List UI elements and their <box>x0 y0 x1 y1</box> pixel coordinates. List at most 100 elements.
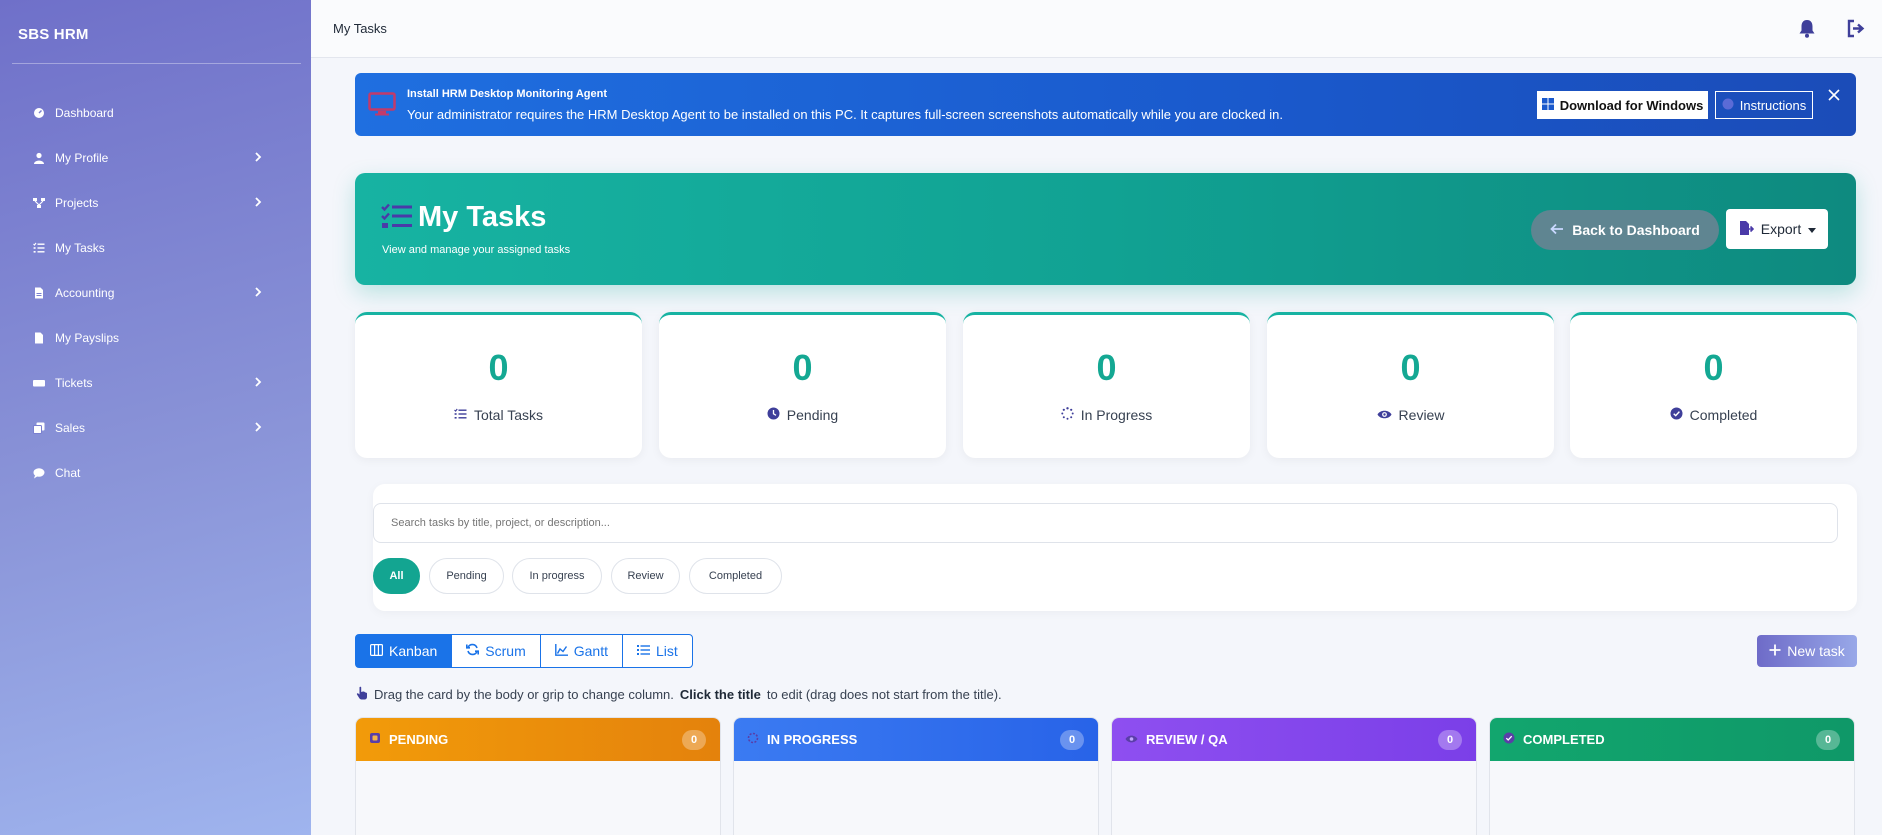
sidebar-item-dashboard[interactable]: Dashboard <box>0 90 311 135</box>
sidebar-item-label: Projects <box>55 195 99 210</box>
column-count-badge: 0 <box>1060 730 1084 750</box>
hourglass-icon <box>369 732 381 747</box>
agent-banner-title: Install HRM Desktop Monitoring Agent <box>407 88 608 100</box>
tab-list[interactable]: List <box>621 634 693 668</box>
sidebar-item-label: Accounting <box>55 285 115 300</box>
download-button-label: Download for Windows <box>1559 97 1704 113</box>
sidebar-item-accounting[interactable]: Accounting <box>0 270 311 315</box>
column-count-badge: 0 <box>1438 730 1462 750</box>
new-task-button[interactable]: New task <box>1757 635 1857 667</box>
column-header: IN PROGRESS 0 <box>734 718 1098 761</box>
stat-label: Review <box>1398 407 1445 423</box>
filter-chip-pending[interactable]: Pending <box>429 558 504 594</box>
sidebar-item-label: My Payslips <box>55 330 120 345</box>
stat-value: 0 <box>1703 347 1724 388</box>
filter-chip-completed[interactable]: Completed <box>689 558 782 594</box>
eye-icon <box>1125 732 1138 747</box>
sidebar-item-chat[interactable]: Chat <box>0 450 311 495</box>
column-count-badge: 0 <box>1816 730 1840 750</box>
chat-bubble-icon <box>33 467 45 479</box>
arrow-left-icon <box>1550 222 1564 238</box>
kanban-column-completed[interactable]: COMPLETED 0 <box>1489 717 1855 835</box>
sidebar-item-my-profile[interactable]: My Profile <box>0 135 311 180</box>
download-for-windows-button[interactable]: Download for Windows <box>1537 91 1708 119</box>
kanban-column-in-progress[interactable]: IN PROGRESS 0 <box>733 717 1099 835</box>
sidebar: SBS HRM Dashboard My Profile Projects My… <box>0 0 311 835</box>
stat-value: 0 <box>1400 347 1421 388</box>
stat-value: 0 <box>792 347 813 388</box>
sidebar-item-tickets[interactable]: Tickets <box>0 360 311 405</box>
tasks-list-icon <box>454 407 467 423</box>
check-circle-icon <box>1670 407 1683 423</box>
kanban-board-icon <box>370 643 384 659</box>
tab-scrum[interactable]: Scrum <box>451 634 541 668</box>
spinner-icon <box>747 732 759 747</box>
task-filter-panel: All Pending In progress Review Completed <box>373 484 1857 611</box>
chevron-right-icon <box>255 287 262 297</box>
kanban-column-pending[interactable]: PENDING 0 <box>355 717 721 835</box>
column-header: COMPLETED 0 <box>1490 718 1854 761</box>
column-header: REVIEW / QA 0 <box>1112 718 1476 761</box>
sidebar-nav: Dashboard My Profile Projects My Tasks A… <box>0 90 311 495</box>
sidebar-item-sales[interactable]: Sales <box>0 405 311 450</box>
hint-text-part1: Drag the card by the body or grip to cha… <box>374 687 674 702</box>
task-search-input[interactable] <box>373 503 1838 543</box>
project-diagram-icon <box>33 197 45 209</box>
agent-banner-text: Your administrator requires the HRM Desk… <box>407 107 1284 122</box>
instructions-button-label: Instructions <box>1739 97 1807 113</box>
list-icon <box>636 643 650 659</box>
sidebar-item-label: Tickets <box>55 375 93 390</box>
sidebar-item-label: My Profile <box>55 150 109 165</box>
agent-install-banner: Install HRM Desktop Monitoring Agent You… <box>355 73 1856 136</box>
page-title: My Tasks <box>333 21 387 36</box>
clock-icon <box>767 407 780 423</box>
stat-label: Pending <box>786 407 839 423</box>
tab-gantt[interactable]: Gantt <box>539 634 623 668</box>
clone-icon <box>33 422 45 434</box>
sidebar-item-projects[interactable]: Projects <box>0 180 311 225</box>
gauge-icon <box>33 107 45 119</box>
close-icon[interactable] <box>1827 88 1841 107</box>
filter-chip-all[interactable]: All <box>373 558 420 594</box>
chevron-right-icon <box>255 377 262 387</box>
back-button-label: Back to Dashboard <box>1572 222 1700 238</box>
desktop-monitor-icon <box>368 92 396 121</box>
chevron-right-icon <box>255 197 262 207</box>
hero-subtitle: View and manage your assigned tasks <box>382 244 571 256</box>
ticket-icon <box>33 377 45 389</box>
chevron-right-icon <box>255 422 262 432</box>
filter-chip-in-progress[interactable]: In progress <box>512 558 602 594</box>
sidebar-item-my-payslips[interactable]: My Payslips <box>0 315 311 360</box>
stat-card-review: 0 Review <box>1267 312 1554 458</box>
tab-kanban[interactable]: Kanban <box>355 634 453 668</box>
windows-logo-icon <box>1541 97 1554 113</box>
stat-card-pending: 0 Pending <box>659 312 946 458</box>
instructions-button[interactable]: Instructions <box>1715 91 1813 119</box>
tab-label: Scrum <box>485 643 526 659</box>
tasks-list-icon <box>381 203 413 236</box>
tab-label: Kanban <box>389 643 438 659</box>
hint-text-bold: Click the title <box>679 687 761 702</box>
hand-pointer-icon <box>356 686 368 703</box>
hero-title: My Tasks <box>418 201 547 233</box>
caret-down-icon <box>1808 221 1817 237</box>
column-title: REVIEW / QA <box>1146 732 1228 747</box>
sync-arrows-icon <box>466 643 480 659</box>
stat-value: 0 <box>1096 347 1117 388</box>
export-dropdown-button[interactable]: Export <box>1726 209 1828 249</box>
hint-text-part2: to edit (drag does not start from the ti… <box>766 687 1002 702</box>
sidebar-item-label: My Tasks <box>55 240 105 255</box>
stat-value: 0 <box>488 347 509 388</box>
eye-icon <box>1377 407 1392 423</box>
export-button-label: Export <box>1760 221 1802 237</box>
sidebar-item-my-tasks[interactable]: My Tasks <box>0 225 311 270</box>
topbar: My Tasks <box>311 0 1882 58</box>
kanban-column-review-qa[interactable]: REVIEW / QA 0 <box>1111 717 1477 835</box>
column-title: COMPLETED <box>1523 732 1605 747</box>
back-to-dashboard-button[interactable]: Back to Dashboard <box>1531 210 1719 250</box>
logout-icon[interactable] <box>1846 19 1866 43</box>
view-switcher: Kanban Scrum Gantt List <box>355 634 693 668</box>
brand-logo-text[interactable]: SBS HRM <box>18 26 89 43</box>
bell-icon[interactable] <box>1798 19 1816 43</box>
filter-chip-review[interactable]: Review <box>611 558 680 594</box>
